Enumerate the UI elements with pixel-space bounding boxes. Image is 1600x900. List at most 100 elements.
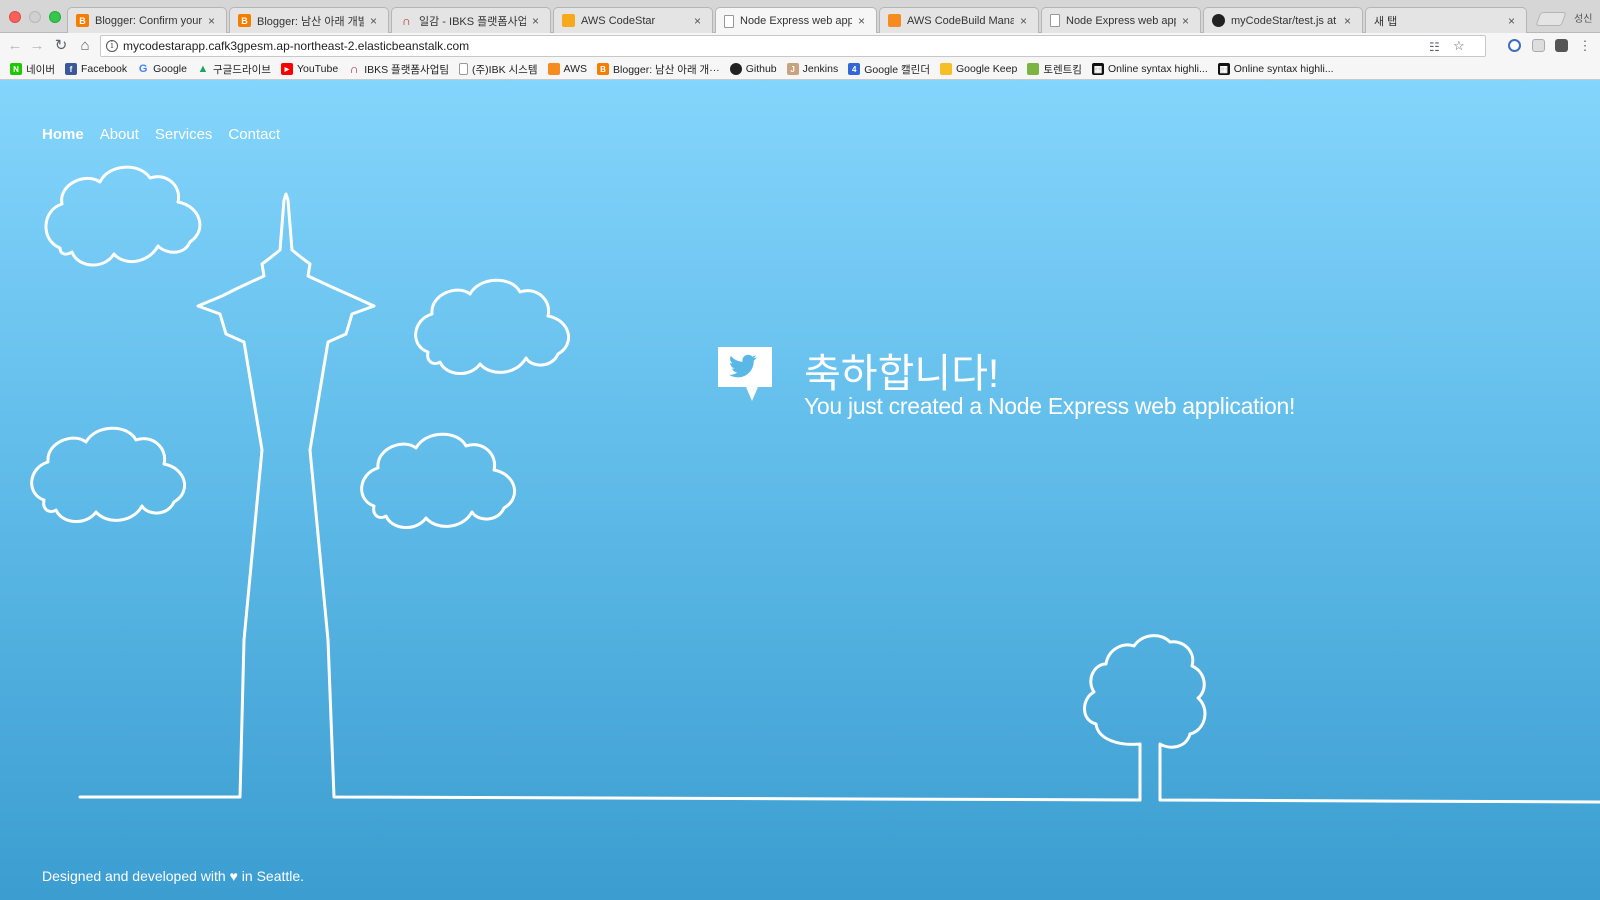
cast-icon[interactable]: [1532, 39, 1545, 52]
syntax-icon: ▦: [1217, 63, 1230, 75]
browser-tab[interactable]: AWS CodeStar ×: [553, 7, 713, 33]
window-zoom-button[interactable]: [49, 11, 61, 23]
bookmark-item[interactable]: ∩ IBKS 플랫폼사업팀: [348, 62, 449, 77]
youtube-icon: ▶: [280, 63, 293, 75]
menu-dots-icon[interactable]: ⋮: [1576, 37, 1594, 55]
cloud-illustration: [30, 426, 186, 523]
back-arrow-icon[interactable]: ←: [6, 37, 24, 55]
bookmark-item[interactable]: B Blogger: 남산 아래 개···: [597, 62, 720, 77]
bookmark-label: (주)IBK 시스템: [472, 63, 538, 76]
tab-title: 새 탭: [1374, 15, 1398, 28]
bookmark-label: Github: [745, 63, 777, 75]
home-icon[interactable]: ⌂: [76, 37, 94, 55]
bookmark-item[interactable]: 4 Google 캘린더: [848, 62, 930, 77]
tab-title: myCodeStar/test.js at m: [1231, 14, 1338, 27]
nav-link-about[interactable]: About: [100, 126, 139, 143]
bookmark-label: Facebook: [80, 63, 128, 75]
browser-tab[interactable]: Node Express web applic ×: [1041, 7, 1201, 33]
torrent-icon: [1027, 63, 1040, 75]
reload-icon[interactable]: ↻: [52, 37, 70, 55]
window-minimize-button[interactable]: [29, 11, 41, 23]
redmine-icon: ∩: [402, 13, 411, 28]
github-icon: [729, 63, 742, 75]
bookmark-item[interactable]: ▶ YouTube: [280, 63, 338, 75]
blogger-icon: B: [238, 14, 251, 27]
bookmark-label: Online syntax highli...: [1107, 63, 1208, 75]
bookmark-item[interactable]: ▦ Online syntax highli...: [1091, 63, 1208, 75]
bookmark-item[interactable]: ▦ Online syntax highli...: [1217, 63, 1334, 75]
bookmark-item[interactable]: Github: [729, 63, 777, 75]
aws-icon: [562, 14, 575, 27]
bookmarks-bar: N 네이버 f Facebook G Google ▲ 구글드라이브 ▶ YouTube …: [0, 59, 1600, 80]
nav-link-services[interactable]: Services: [155, 126, 213, 143]
info-icon[interactable]: i: [106, 40, 118, 52]
tab-title: AWS CodeBuild Manage: [907, 14, 1014, 27]
bookmark-label: 토렌트킴: [1043, 63, 1082, 76]
browser-tab[interactable]: 새 탭 ×: [1365, 7, 1527, 33]
tab-close-icon[interactable]: ×: [532, 14, 542, 28]
blogger-icon: B: [597, 63, 610, 75]
bookmark-label: Google: [153, 63, 187, 75]
browser-tab[interactable]: B Blogger: Confirm your pr ×: [67, 7, 227, 33]
browser-tab[interactable]: B Blogger: 남산 아래 개발자들 ×: [229, 7, 389, 33]
extension-icon[interactable]: [1508, 39, 1521, 52]
tab-close-icon[interactable]: ×: [1344, 14, 1354, 28]
nav-link-home[interactable]: Home: [42, 126, 84, 143]
new-tab-button[interactable]: [1535, 12, 1567, 26]
bookmark-item[interactable]: (주)IBK 시스템: [459, 62, 538, 77]
bookmark-item[interactable]: Google Keep: [940, 63, 1017, 75]
tab-close-icon[interactable]: ×: [1508, 14, 1518, 28]
bookmark-label: 네이버: [26, 63, 55, 76]
tab-close-icon[interactable]: ×: [1020, 14, 1030, 28]
tab-close-icon[interactable]: ×: [858, 14, 868, 28]
bookmark-item[interactable]: ▲ 구글드라이브: [197, 62, 271, 77]
tab-title: Node Express web applic: [740, 15, 852, 27]
syntax-icon: ▦: [1091, 63, 1104, 75]
bookmark-item[interactable]: J Jenkins: [786, 63, 839, 75]
keep-icon: [940, 63, 952, 75]
cloud-illustration: [44, 165, 202, 267]
bookmark-label: Online syntax highli...: [1233, 63, 1334, 75]
bookmark-item[interactable]: N 네이버: [10, 62, 55, 77]
nav-link-contact[interactable]: Contact: [228, 126, 280, 143]
browser-tab[interactable]: myCodeStar/test.js at m ×: [1203, 7, 1363, 33]
window-close-button[interactable]: [9, 11, 21, 23]
page-icon: [459, 63, 469, 75]
profile-name[interactable]: 성신: [1574, 10, 1592, 25]
bookmark-label: AWS: [563, 63, 588, 75]
tab-strip: B Blogger: Confirm your pr × B Blogger: …: [0, 0, 1600, 34]
url-text[interactable]: mycodestarapp.cafk3gpesm.ap-northeast-2.…: [123, 39, 469, 53]
aws-icon: [888, 14, 901, 27]
tab-close-icon[interactable]: ×: [370, 14, 380, 28]
page-icon: [724, 14, 734, 28]
bookmark-label: Jenkins: [802, 63, 839, 75]
tab-close-icon[interactable]: ×: [694, 14, 704, 28]
cloud-illustration: [360, 432, 516, 529]
tab-title: Node Express web applic: [1066, 14, 1176, 27]
bookmark-label: Google Keep: [956, 63, 1018, 75]
browser-tab[interactable]: ∩ 일감 - IBKS 플랫폼사업팀 ×: [391, 7, 551, 33]
bookmark-item[interactable]: f Facebook: [64, 63, 128, 75]
bookmark-item[interactable]: AWS: [547, 63, 588, 75]
bookmark-item[interactable]: G Google: [137, 63, 187, 75]
translate-icon[interactable]: ☷: [1429, 37, 1440, 57]
jenkins-icon: J: [786, 63, 799, 75]
address-bar[interactable]: i mycodestarapp.cafk3gpesm.ap-northeast-…: [100, 35, 1486, 57]
bookmark-star-icon[interactable]: ☆: [1453, 36, 1465, 56]
tab-close-icon[interactable]: ×: [208, 14, 218, 28]
forward-arrow-icon[interactable]: →: [28, 37, 46, 55]
bookmark-label: IBKS 플랫폼사업팀: [364, 63, 450, 76]
browser-tab[interactable]: AWS CodeBuild Manage ×: [879, 7, 1039, 33]
blogger-icon: B: [76, 14, 89, 27]
tab-close-icon[interactable]: ×: [1182, 14, 1192, 28]
tab-title: Blogger: Confirm your pr: [95, 14, 202, 27]
browser-tab-active[interactable]: Node Express web applic ×: [715, 7, 877, 34]
github-icon: [1212, 14, 1225, 27]
drive-icon: ▲: [197, 63, 209, 75]
redmine-icon: ∩: [349, 62, 359, 76]
bookmark-item[interactable]: 토렌트킴: [1027, 62, 1082, 77]
shield-icon[interactable]: [1555, 39, 1568, 52]
tab-title: AWS CodeStar: [581, 14, 656, 27]
naver-icon: N: [10, 63, 22, 75]
twitter-bubble-icon: [718, 347, 772, 401]
